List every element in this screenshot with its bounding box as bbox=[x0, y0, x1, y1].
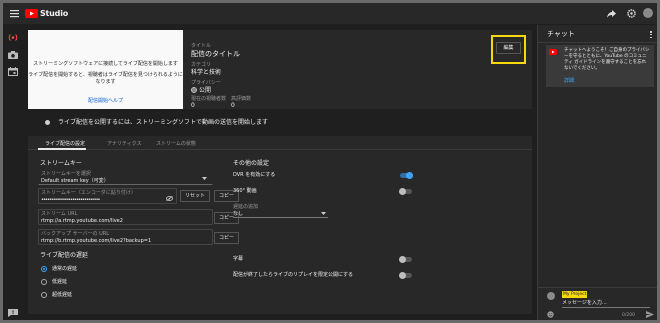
likes-count: 0 bbox=[231, 102, 235, 109]
emoji-icon[interactable] bbox=[547, 311, 554, 318]
captions-label: 字幕 bbox=[233, 256, 244, 262]
help-link[interactable]: 配信開始ヘルプ bbox=[28, 98, 183, 104]
chat-divider bbox=[538, 42, 657, 43]
captions-toggle[interactable] bbox=[399, 256, 412, 263]
backup-url-label: バックアップ サーバーの URL bbox=[41, 231, 110, 237]
other-settings-title: その他の設定 bbox=[233, 160, 270, 167]
latency-low-label[interactable]: 低遅延 bbox=[52, 279, 67, 285]
tab-stream-settings[interactable]: ライブ配信の設定 bbox=[45, 141, 85, 147]
delay-value: なし bbox=[233, 211, 244, 217]
left-rail bbox=[3, 25, 23, 320]
calendar-icon[interactable] bbox=[8, 67, 18, 76]
chat-details-link[interactable]: 詳細 bbox=[564, 78, 574, 84]
preview-message-2: ライブ配信を開始すると、視聴者はライブ配信を見つけられるように bbox=[28, 72, 183, 78]
studio-logo-text[interactable]: Studio bbox=[40, 9, 68, 18]
360-video-toggle[interactable] bbox=[399, 188, 412, 195]
unlisted-replay-label: 配信が終了したらライブのリプレイを限定公開にする bbox=[233, 272, 354, 278]
stream-title: 配信のタイトル bbox=[191, 50, 240, 58]
chevron-down-icon bbox=[202, 177, 207, 180]
top-bar: Studio bbox=[3, 3, 657, 25]
stream-url-label: ストリーム URL bbox=[41, 211, 78, 217]
edit-button[interactable]: 編集 bbox=[496, 42, 521, 54]
stream-key-select[interactable]: ストリームキーを選択 Default stream key（可変） bbox=[38, 169, 213, 185]
category-value: 科学と技術 bbox=[191, 69, 222, 76]
globe-icon bbox=[191, 87, 197, 93]
app-window: Studio ストリーミングソフトウェアに接続してライブ配信を開始します ライブ… bbox=[3, 3, 657, 320]
viewers-count: 0 bbox=[191, 102, 195, 109]
viewers-label: 現在の視聴者数 bbox=[191, 96, 227, 102]
feedback-icon[interactable] bbox=[8, 309, 18, 317]
preview-message-1: ストリーミングソフトウェアに接続してライブ配信を開始します bbox=[33, 61, 178, 67]
delay-select[interactable]: 遅延の追加 なし bbox=[233, 204, 328, 218]
backup-url-field[interactable]: バックアップ サーバーの URL rtmp://b.rtmp.youtube.c… bbox=[38, 229, 213, 245]
chat-input-underline bbox=[562, 307, 650, 308]
chat-title: チャット bbox=[547, 30, 575, 38]
delay-label: 遅延の追加 bbox=[233, 204, 259, 210]
send-icon[interactable] bbox=[646, 311, 654, 318]
youtube-icon bbox=[549, 49, 557, 55]
status-dot bbox=[45, 120, 50, 125]
tab-analytics[interactable]: アナリティクス bbox=[107, 141, 141, 147]
chat-welcome-text: チャットへようこそ！ご自身のプライバシーを守るとともに、YouTube のコミュ… bbox=[564, 48, 650, 71]
category-label: カテゴリ bbox=[191, 62, 212, 68]
main-panel: ストリーミングソフトウェアに接続してライブ配信を開始します ライブ配信を開始する… bbox=[23, 25, 537, 320]
stream-preview: ストリーミングソフトウェアに接続してライブ配信を開始します ライブ配信を開始する… bbox=[28, 30, 183, 109]
chat-welcome-message: チャットへようこそ！ご自身のプライバシーを守るとともに、YouTube のコミュ… bbox=[546, 45, 654, 87]
stream-key-select-value: Default stream key（可変） bbox=[41, 178, 109, 184]
privacy-value: 公開 bbox=[199, 87, 212, 94]
chat-input-divider bbox=[538, 287, 657, 288]
stream-key-section-title: ストリームキー bbox=[40, 160, 82, 167]
latency-ultra-low-label[interactable]: 超低遅延 bbox=[52, 292, 72, 298]
stream-key-select-label: ストリームキーを選択 bbox=[41, 171, 91, 177]
youtube-logo-icon[interactable] bbox=[25, 9, 38, 18]
preview-message-3: なります bbox=[95, 79, 116, 85]
banner-text: ライブ配信を公開するには、ストリーミングソフトで動画の送信を開始します bbox=[58, 119, 269, 126]
latency-low-radio[interactable] bbox=[41, 279, 47, 285]
chat-user-avatar bbox=[547, 292, 555, 300]
chat-panel: チャット チャットへようこそ！ご自身のプライバシーを守るとともに、YouTube… bbox=[537, 25, 657, 320]
camera-icon[interactable] bbox=[8, 51, 18, 59]
latency-section-title: ライブ配信の遅延 bbox=[40, 252, 89, 259]
dvr-label: DVR を有効にする bbox=[233, 172, 276, 178]
menu-icon[interactable] bbox=[10, 9, 19, 18]
stream-key-field[interactable]: ストリームキー（エンコーダに貼り付け） ••••••••••••••••••••… bbox=[38, 188, 177, 204]
chat-char-count: 0/200 bbox=[622, 313, 635, 318]
latency-normal-label[interactable]: 通常の遅延 bbox=[52, 266, 77, 272]
stream-url-field[interactable]: ストリーム URL rtmp://a.rtmp.youtube.com/live… bbox=[38, 209, 213, 225]
visibility-off-icon[interactable] bbox=[166, 196, 173, 201]
stream-key-label: ストリームキー（エンコーダに貼り付け） bbox=[41, 190, 136, 196]
360-video-label: 360° 動画 bbox=[233, 188, 257, 194]
backup-url-value: rtmp://b.rtmp.youtube.com/live2?backup=1 bbox=[41, 238, 152, 244]
live-stream-icon[interactable] bbox=[8, 33, 18, 42]
unlisted-replay-toggle[interactable] bbox=[399, 272, 412, 279]
reset-stream-key-button[interactable]: リセット bbox=[180, 190, 210, 202]
stream-url-value: rtmp://a.rtmp.youtube.com/live2 bbox=[41, 218, 123, 224]
chat-user-badge: My Project bbox=[562, 291, 588, 298]
more-options-icon[interactable] bbox=[650, 31, 652, 39]
tab-bar bbox=[28, 136, 532, 150]
settings-gear-icon[interactable] bbox=[627, 9, 636, 18]
avatar[interactable] bbox=[643, 8, 653, 18]
latency-ultra-low-radio[interactable] bbox=[41, 292, 47, 298]
share-icon[interactable] bbox=[607, 10, 616, 18]
stream-info-card: タイトル 配信のタイトル カテゴリ 科学と技術 プライバシー 公開 現在の視聴者… bbox=[183, 30, 532, 109]
active-tab-indicator bbox=[38, 148, 86, 150]
start-stream-banner: ライブ配信を公開するには、ストリーミングソフトで動画の送信を開始します bbox=[28, 116, 532, 130]
dvr-toggle[interactable] bbox=[400, 172, 413, 179]
tab-stream-health[interactable]: ストリームの状態 bbox=[156, 141, 196, 147]
copy-backup-url-button[interactable]: コピー bbox=[214, 232, 239, 244]
privacy-label: プライバシー bbox=[191, 80, 221, 86]
chevron-down-icon bbox=[321, 212, 326, 215]
latency-normal-radio[interactable] bbox=[41, 266, 47, 272]
stream-key-value: •••••••••••••••••••••••••••••• bbox=[41, 197, 100, 203]
settings-card: ライブ配信の設定 アナリティクス ストリームの状態 ストリームキー ストリームキ… bbox=[28, 136, 532, 314]
chat-input[interactable]: メッセージを入力... bbox=[562, 300, 607, 306]
title-label: タイトル bbox=[191, 43, 212, 49]
